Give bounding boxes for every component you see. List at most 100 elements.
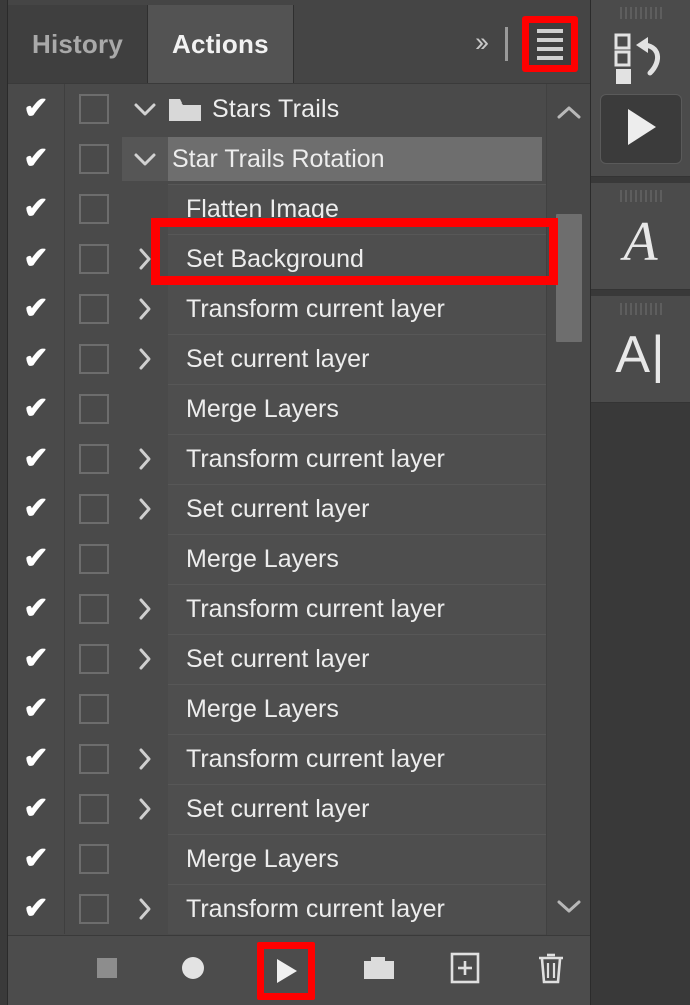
toggle-dialog-checkbox[interactable] — [65, 334, 122, 384]
action-row-body: Transform current layer — [122, 884, 546, 934]
panel-grip[interactable] — [619, 6, 662, 20]
toggle-item-checkbox[interactable]: ✔ — [8, 384, 65, 434]
toggle-dialog-checkbox[interactable] — [65, 484, 122, 534]
chevron-right-icon[interactable] — [122, 596, 168, 622]
action-row[interactable]: ✔ Flatten Image — [8, 184, 546, 234]
chevron-right-icon[interactable] — [122, 246, 168, 272]
stop-button[interactable] — [85, 949, 129, 993]
record-circle-icon — [179, 954, 207, 987]
toggle-item-checkbox[interactable]: ✔ — [8, 534, 65, 584]
toggle-dialog-checkbox[interactable] — [65, 684, 122, 734]
toggle-dialog-checkbox[interactable] — [65, 884, 122, 934]
toggle-dialog-checkbox[interactable] — [65, 134, 122, 184]
toggle-item-checkbox[interactable]: ✔ — [8, 284, 65, 334]
toggle-item-checkbox[interactable]: ✔ — [8, 484, 65, 534]
toggle-dialog-checkbox[interactable] — [65, 234, 122, 284]
character-panel-icon[interactable]: A — [604, 211, 678, 273]
scrollbar-track[interactable] — [547, 128, 590, 891]
toggle-dialog-checkbox[interactable] — [65, 434, 122, 484]
chevron-right-icon[interactable] — [122, 796, 168, 822]
toggle-dialog-checkbox[interactable] — [65, 634, 122, 684]
delete-button[interactable] — [529, 949, 573, 993]
action-row[interactable]: ✔ Transform current layer — [8, 884, 546, 934]
toggle-dialog-checkbox[interactable] — [65, 734, 122, 784]
action-row[interactable]: ✔ Transform current layer — [8, 584, 546, 634]
action-row[interactable]: ✔ Merge Layers — [8, 684, 546, 734]
folder-icon — [362, 954, 396, 987]
action-row[interactable]: ✔ Merge Layers — [8, 384, 546, 434]
action-row-body: Set current layer — [122, 634, 546, 684]
tab-history[interactable]: History — [8, 5, 148, 83]
new-set-button[interactable] — [357, 949, 401, 993]
action-row[interactable]: ✔ Star Trails Rotation — [8, 134, 546, 184]
toggle-dialog-checkbox[interactable] — [65, 834, 122, 884]
chevron-right-icon[interactable] — [122, 446, 168, 472]
expand-panels-icon[interactable]: ›› — [475, 28, 491, 60]
action-row-label: Transform current layer — [186, 444, 445, 473]
grip-line — [629, 190, 632, 202]
action-row[interactable]: ✔ Merge Layers — [8, 534, 546, 584]
chevron-right-icon[interactable] — [122, 646, 168, 672]
toggle-item-checkbox[interactable]: ✔ — [8, 834, 65, 884]
toggle-dialog-checkbox[interactable] — [65, 584, 122, 634]
panel-menu-highlight — [522, 16, 578, 72]
action-row-label: Merge Layers — [186, 844, 339, 873]
toggle-item-checkbox[interactable]: ✔ — [8, 434, 65, 484]
type-panel-icon[interactable]: A| — [604, 324, 678, 386]
chevron-down-icon[interactable] — [122, 101, 168, 117]
toggle-dialog-checkbox[interactable] — [65, 784, 122, 834]
toggle-item-checkbox[interactable]: ✔ — [8, 84, 65, 134]
scrollbar-thumb[interactable] — [556, 214, 582, 342]
dialog-toggle-box-icon — [78, 444, 109, 474]
actions-list-scrollbar[interactable] — [546, 84, 590, 935]
action-row[interactable]: ✔ Set current layer — [8, 784, 546, 834]
toggle-item-checkbox[interactable]: ✔ — [8, 784, 65, 834]
panel-grip[interactable] — [619, 189, 662, 203]
scroll-up-arrow[interactable] — [556, 98, 582, 128]
folder-icon — [168, 95, 208, 123]
toggle-item-checkbox[interactable]: ✔ — [8, 734, 65, 784]
toggle-item-checkbox[interactable]: ✔ — [8, 184, 65, 234]
dialog-toggle-box-icon — [78, 594, 109, 624]
toggle-item-checkbox[interactable]: ✔ — [8, 134, 65, 184]
toggle-dialog-checkbox[interactable] — [65, 84, 122, 134]
record-button[interactable] — [171, 949, 215, 993]
toggle-item-checkbox[interactable]: ✔ — [8, 884, 65, 934]
toggle-item-checkbox[interactable]: ✔ — [8, 634, 65, 684]
chevron-right-icon[interactable] — [122, 296, 168, 322]
action-row[interactable]: ✔ Set Background — [8, 234, 546, 284]
toggle-dialog-checkbox[interactable] — [65, 384, 122, 434]
action-row[interactable]: ✔ Transform current layer — [8, 284, 546, 334]
grip-line — [659, 303, 662, 315]
chevron-down-icon[interactable] — [122, 137, 168, 181]
toggle-dialog-checkbox[interactable] — [65, 534, 122, 584]
toggle-item-checkbox[interactable]: ✔ — [8, 234, 65, 284]
chevron-right-icon[interactable] — [122, 346, 168, 372]
toggle-item-checkbox[interactable]: ✔ — [8, 584, 65, 634]
play-button[interactable] — [257, 941, 315, 1000]
dialog-toggle-box-icon — [78, 344, 109, 374]
chevron-right-icon[interactable] — [122, 496, 168, 522]
dialog-toggle-box-icon — [78, 894, 109, 924]
action-row[interactable]: ✔ Set current layer — [8, 634, 546, 684]
rail-play-button[interactable] — [599, 94, 682, 164]
toggle-dialog-checkbox[interactable] — [65, 184, 122, 234]
action-row[interactable]: ✔ Transform current layer — [8, 734, 546, 784]
toggle-item-checkbox[interactable]: ✔ — [8, 684, 65, 734]
action-row[interactable]: ✔ Set current layer — [8, 334, 546, 384]
action-row[interactable]: ✔ Transform current layer — [8, 434, 546, 484]
tab-actions[interactable]: Actions — [147, 5, 294, 83]
panel-menu-icon[interactable] — [529, 23, 571, 65]
panel-grip[interactable] — [619, 302, 662, 316]
action-row[interactable]: ✔ Stars Trails — [8, 84, 546, 134]
actions-bottom-toolbar — [8, 935, 590, 1005]
action-row[interactable]: ✔ Set current layer — [8, 484, 546, 534]
chevron-right-icon[interactable] — [122, 746, 168, 772]
toggle-dialog-checkbox[interactable] — [65, 284, 122, 334]
toggle-item-checkbox[interactable]: ✔ — [8, 334, 65, 384]
scroll-down-arrow[interactable] — [556, 891, 582, 921]
actions-panel-icon[interactable] — [604, 28, 678, 90]
action-row[interactable]: ✔ Merge Layers — [8, 834, 546, 884]
new-action-button[interactable] — [443, 949, 487, 993]
chevron-right-icon[interactable] — [122, 896, 168, 922]
